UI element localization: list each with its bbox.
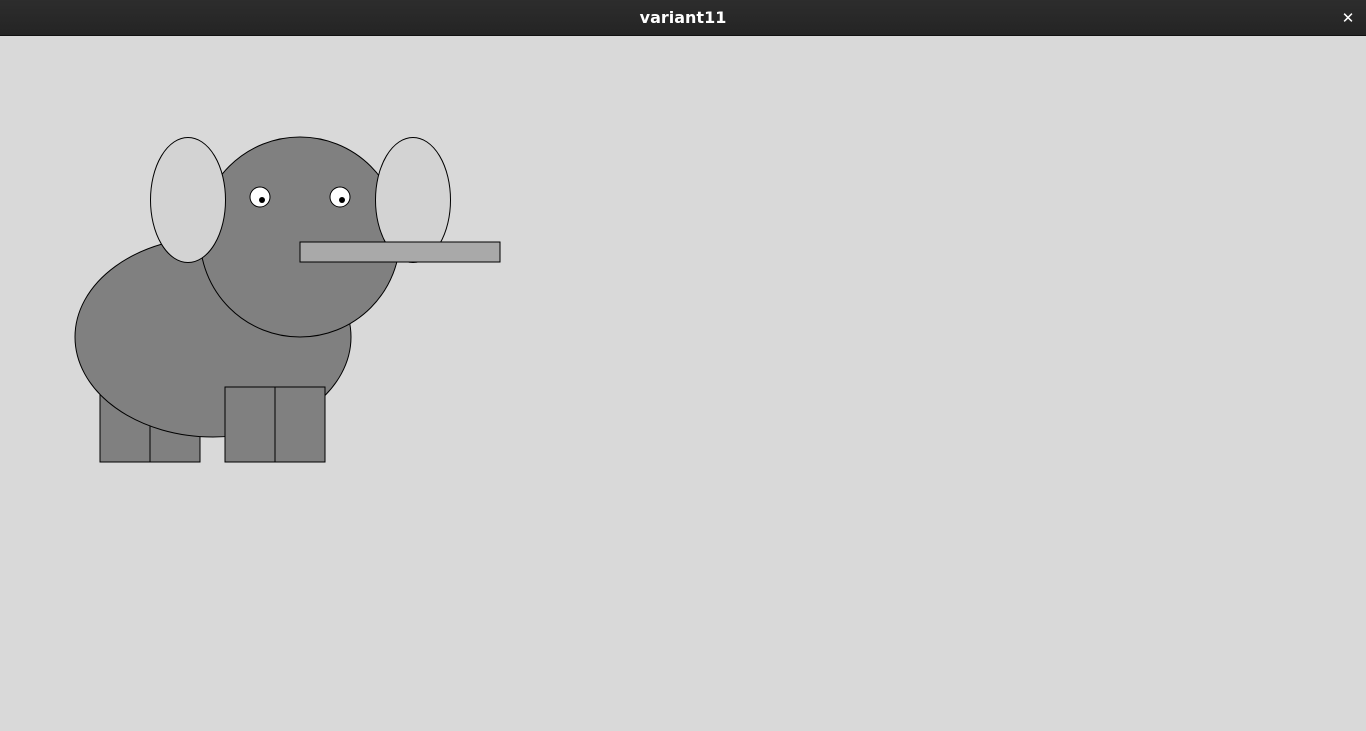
window-title: variant11 — [639, 8, 727, 27]
ear-left — [150, 137, 226, 263]
eye-right — [329, 186, 351, 208]
drawing-canvas — [0, 37, 1366, 731]
pupil-left — [259, 197, 265, 203]
elephant-drawing — [74, 136, 501, 463]
window-titlebar[interactable]: variant11 ✕ — [0, 0, 1366, 36]
leg-front-left — [224, 386, 276, 463]
leg-front-right — [274, 386, 326, 463]
elephant-head — [199, 136, 401, 338]
eye-left — [249, 186, 271, 208]
close-icon[interactable]: ✕ — [1338, 8, 1358, 28]
elephant-trunk — [299, 241, 501, 263]
pupil-right — [339, 197, 345, 203]
